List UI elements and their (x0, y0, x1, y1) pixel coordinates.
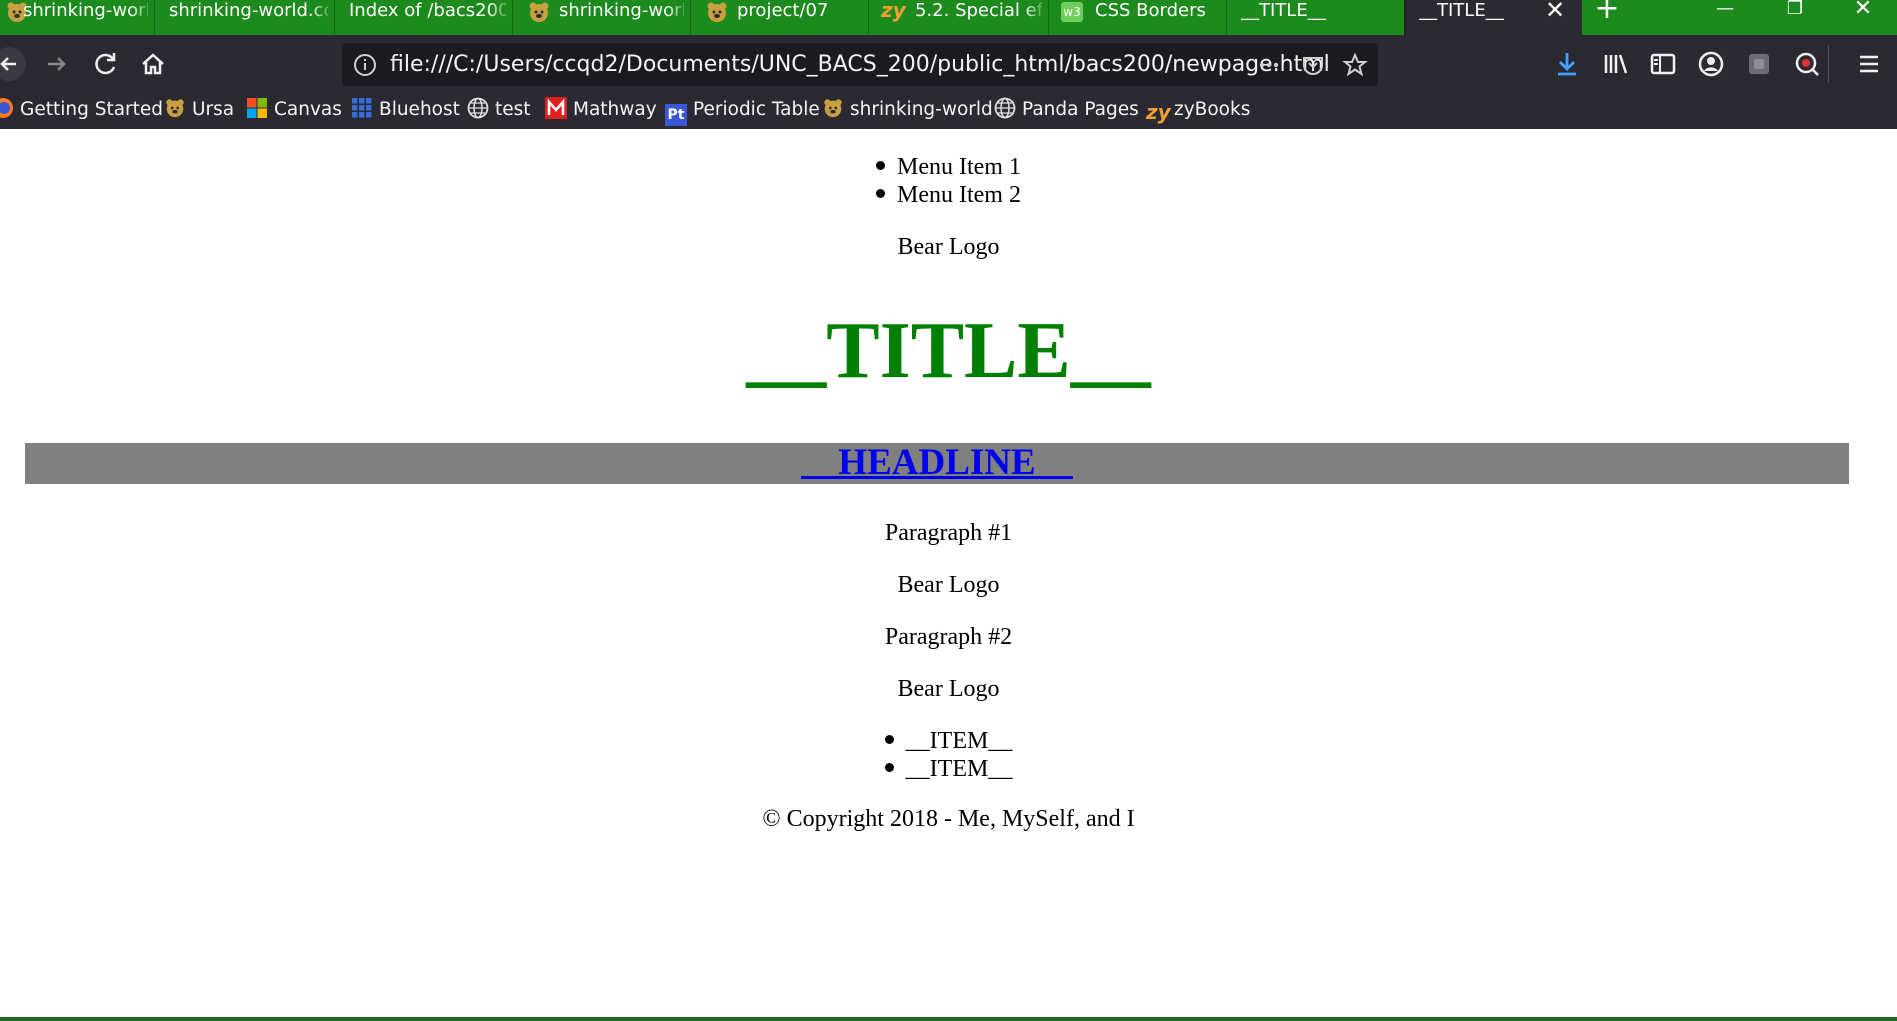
tab-4[interactable]: shrinking-worl (512, 0, 690, 35)
bookmark-periodic-table[interactable]: Pt Periodic Table (665, 97, 820, 126)
headline-bar: __HEADLINE__ (25, 441, 1849, 485)
menu-item-label: Menu Item 2 (897, 182, 1021, 208)
list-item: __ITEM__ (0, 755, 1897, 783)
taskbar-edge (0, 1017, 1897, 1021)
tab-label: Index of /bacs200/ (349, 0, 506, 21)
bullet-icon (876, 161, 885, 170)
bookmark-mathway[interactable]: Mathway (545, 97, 657, 123)
browser-chrome: shrinking-worl shrinking-world.co Index … (0, 0, 1897, 129)
more-actions-icon[interactable] (1256, 52, 1282, 78)
bookmark-label: Getting Started (20, 99, 164, 120)
tab-8[interactable]: __TITLE__ (1226, 0, 1404, 35)
bookmark-label: Panda Pages (1022, 99, 1139, 120)
paragraph-2: Paragraph #2 (884, 624, 1013, 650)
bookmark-label: Mathway (573, 99, 657, 120)
restore-icon[interactable]: ❐ (1780, 0, 1810, 22)
library-icon[interactable] (1598, 47, 1632, 81)
tab-7[interactable]: w3 CSS Borders (1048, 0, 1226, 35)
extension-icon[interactable] (1742, 47, 1776, 81)
nav-toolbar: file:///C:/Users/ccqd2/Documents/UNC_BAC… (0, 35, 1897, 93)
info-icon[interactable] (352, 52, 378, 78)
home-icon[interactable] (136, 47, 170, 81)
forward-icon[interactable] (40, 47, 74, 81)
bookmark-star-icon[interactable] (1342, 52, 1368, 78)
paragraph-1: Paragraph #1 (884, 520, 1013, 546)
tab-6[interactable]: zy 5.2. Special eff (868, 0, 1048, 35)
toolbar-divider (1828, 45, 1829, 83)
menu-list: Menu Item 1 Menu Item 2 (0, 153, 1897, 209)
list-item-label: __ITEM__ (905, 756, 1013, 782)
bookmark-label: Canvas (274, 99, 342, 120)
windows-icon (247, 98, 267, 118)
sidebar-icon[interactable] (1646, 47, 1680, 81)
headline-link[interactable]: __HEADLINE__ (25, 441, 1849, 485)
logo-placeholder: Bear Logo (897, 676, 1000, 702)
mathway-icon (545, 97, 567, 119)
bookmark-label: Ursa (192, 99, 235, 120)
page-title: __TITLE__ (746, 307, 1151, 395)
download-icon[interactable] (1550, 47, 1584, 81)
logo-placeholder: Bear Logo (897, 234, 1000, 260)
bullet-icon (884, 735, 894, 744)
globe-icon (994, 97, 1016, 119)
back-icon[interactable] (0, 47, 26, 81)
menu-item[interactable]: Menu Item 2 (0, 181, 1897, 209)
list-item: __ITEM__ (0, 727, 1897, 755)
bookmark-test[interactable]: test (467, 97, 531, 123)
close-window-icon[interactable]: ✕ (1848, 0, 1878, 22)
menu-item[interactable]: Menu Item 1 (0, 153, 1897, 181)
tab-5[interactable]: project/07 (690, 0, 868, 35)
menu-icon[interactable] (1852, 47, 1886, 81)
firefox-icon (0, 98, 13, 118)
bear-icon (824, 99, 842, 118)
extension-search-icon[interactable] (1790, 47, 1824, 81)
zy-icon: zy (1146, 100, 1171, 124)
close-tab-icon[interactable]: ✕ (1544, 0, 1566, 22)
copyright-footer: © Copyright 2018 - Me, MySelf, and I (762, 806, 1135, 832)
logo-placeholder: Bear Logo (897, 572, 1000, 598)
page-content: Menu Item 1 Menu Item 2 Bear Logo __TITL… (0, 129, 1897, 1019)
address-bar[interactable]: file:///C:/Users/ccqd2/Documents/UNC_BAC… (342, 43, 1378, 86)
list-item-label: __ITEM__ (905, 728, 1013, 754)
reload-icon[interactable] (89, 47, 123, 81)
bookmark-label: Bluehost (379, 99, 460, 120)
grid-icon (352, 98, 372, 118)
tab-bar: shrinking-worl shrinking-world.co Index … (0, 0, 1897, 35)
bullet-icon (884, 763, 894, 772)
pt-icon: Pt (665, 104, 687, 126)
bullet-icon (876, 189, 885, 198)
bookmark-canvas[interactable]: Canvas (246, 97, 342, 123)
tab-label: __TITLE__ (1241, 0, 1326, 21)
bookmark-shrinking-world[interactable]: shrinking-world (822, 97, 993, 123)
tab-2[interactable]: shrinking-world.co (154, 0, 334, 35)
bookmark-bluehost[interactable]: Bluehost (351, 97, 460, 123)
tab-label: shrinking-world.co (169, 0, 328, 21)
globe-icon (467, 97, 489, 119)
bookmark-getting-started[interactable]: Getting Started (0, 97, 163, 123)
account-icon[interactable] (1694, 47, 1728, 81)
bookmark-label: zyBooks (1174, 99, 1251, 120)
bookmark-label: Periodic Table (693, 99, 820, 120)
w3-icon: w3 (1061, 2, 1083, 22)
minimize-icon[interactable]: — (1710, 0, 1740, 22)
tab-3[interactable]: Index of /bacs200/ (334, 0, 512, 35)
bear-icon (529, 2, 549, 22)
bookmark-zybooks[interactable]: zy zyBooks (1146, 97, 1250, 123)
bookmarks-toolbar: Getting Started Ursa Canvas Bluehost tes… (0, 93, 1897, 129)
bookmark-ursa[interactable]: Ursa (164, 97, 234, 123)
item-list: __ITEM__ __ITEM__ (0, 727, 1897, 783)
bookmark-panda-pages[interactable]: Panda Pages (994, 97, 1139, 123)
bookmark-label: shrinking-world (850, 99, 993, 120)
bear-icon (166, 99, 184, 118)
bookmark-label: test (495, 99, 531, 120)
bear-icon (707, 2, 727, 22)
pocket-icon[interactable] (1300, 52, 1326, 78)
url-text[interactable]: file:///C:/Users/ccqd2/Documents/UNC_BAC… (390, 53, 1330, 77)
menu-item-label: Menu Item 1 (897, 154, 1021, 180)
new-tab-icon[interactable]: + (1594, 0, 1620, 24)
zy-icon: zy (881, 0, 906, 22)
tab-1[interactable]: shrinking-worl (0, 0, 154, 35)
tab-label: 5.2. Special eff (915, 0, 1042, 21)
